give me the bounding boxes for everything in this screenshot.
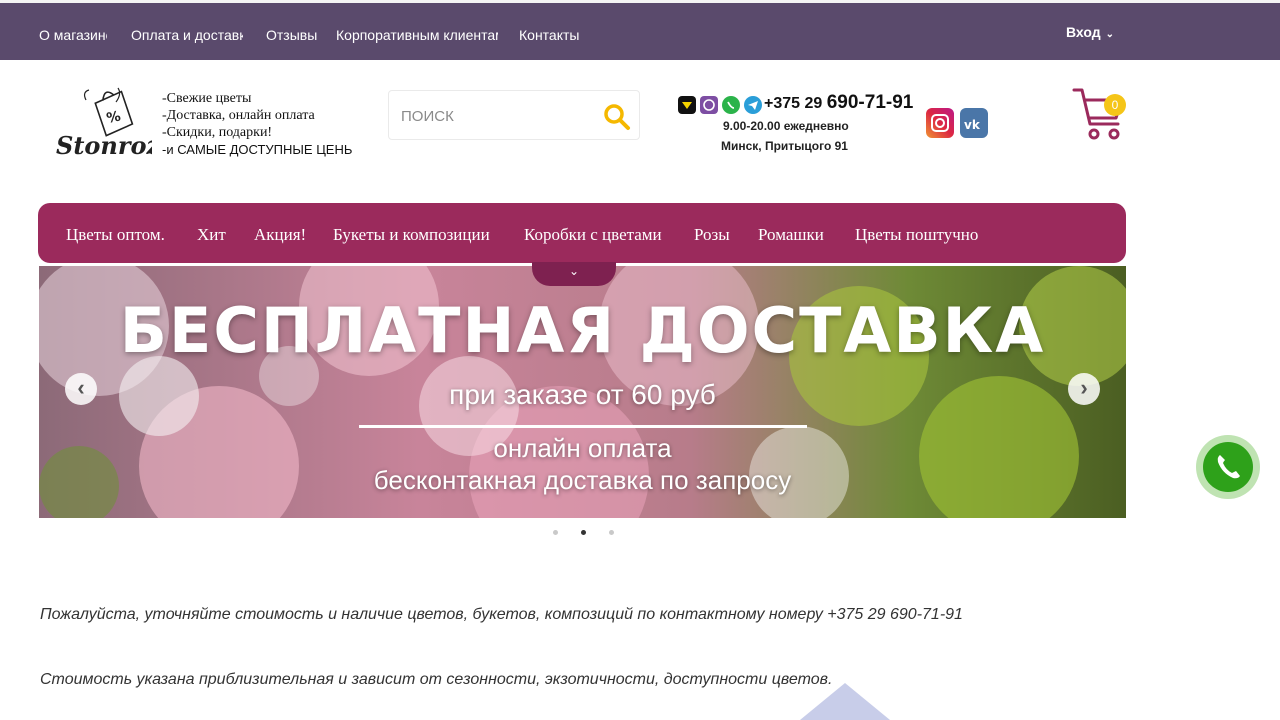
working-hours: 9.00-20.00 ежедневно [723,119,849,133]
search-button[interactable] [603,103,631,131]
tagline-line: -Свежие цветы [162,91,252,106]
call-button-inner [1203,442,1253,492]
whatsapp-icon[interactable] [722,96,740,114]
top-strip [0,0,1280,3]
cat-wholesale[interactable]: Цветы оптом. [66,223,165,247]
login-label: Вход [1065,24,1101,40]
slide-dot-2[interactable] [581,530,586,535]
chevron-right-icon: › [1080,375,1088,400]
address: Минск, Притыцого 91 [721,139,848,153]
phone-icon [1217,455,1240,479]
category-toggle[interactable]: ⌄ [532,262,616,286]
phone-prefix: +375 29 [764,95,823,112]
banner-line-contactless: бесконтакная доставка по запросу [373,465,792,495]
velcom-icon[interactable] [678,96,696,114]
banner-divider [359,425,807,428]
slide-dot-1[interactable] [553,530,558,535]
topnav-payment-delivery[interactable]: Оплата и доставка [131,24,243,46]
banner-text: онлайн оплата бесконтакная доставка по з… [39,432,1126,496]
prev-slide-button[interactable]: ‹ [65,373,97,405]
logo-icon: % Stonroz [56,87,162,160]
price-notice: Пожалуйста, уточняйте стоимость и наличи… [40,606,963,623]
search-icon [604,104,630,130]
telegram-icon[interactable] [744,96,762,114]
topnav-contacts[interactable]: Контакты [519,24,589,46]
instagram-icon[interactable] [926,108,954,138]
cat-roses[interactable]: Розы [694,223,730,247]
topnav-about[interactable]: О магазине [39,24,107,46]
cat-bouquets[interactable]: Букеты и композиции [333,223,490,247]
banner-subtitle: при заказе от 60 руб [449,379,716,410]
viber-icon[interactable] [700,96,718,114]
tagline-line: -и САМЫЕ ДОСТУПНЫЕ ЦЕНЫ [162,142,352,157]
cat-daisies[interactable]: Ромашки [758,223,824,247]
price-disclaimer: Стоимость указана приблизительная и зави… [40,671,833,688]
call-button[interactable] [1196,435,1260,499]
login-button[interactable]: Вход ⌄ [1050,20,1130,44]
contacts-block: +375 29 690-71-91 9.00-20.00 ежедневно М… [676,92,913,154]
cat-single-flowers[interactable]: Цветы поштучно [855,223,978,247]
promo-banner[interactable]: БЕСПЛАТНАЯ ДОСТАВКА при заказе от 60 руб… [39,266,1126,518]
topnav-corporate[interactable]: Корпоративным клиентам [336,24,498,46]
vk-icon[interactable]: vk [960,108,988,138]
svg-text:Stonroz: Stonroz [56,131,152,160]
cat-boxes[interactable]: Коробки с цветами [524,223,662,247]
banner-title: БЕСПЛАТНАЯ ДОСТАВКА [119,294,1046,367]
decorative-triangle [800,683,890,720]
search-input[interactable] [401,103,601,129]
slide-dot-3[interactable] [609,530,614,535]
topnav-reviews[interactable]: Отзывы [266,24,322,46]
next-slide-button[interactable]: › [1068,373,1100,405]
banner-line-online-payment: онлайн оплата [493,433,672,463]
cat-sale[interactable]: Акция! [254,223,306,247]
tagline: -Свежие цветы -Доставка, онлайн оплата -… [162,90,352,158]
logo[interactable]: % Stonroz [42,82,162,160]
phone-number[interactable]: +375 29 690-71-91 [764,92,913,114]
phone-main: 690-71-91 [826,92,914,113]
chevron-down-icon: ⌄ [1105,29,1114,40]
cart-count-badge: 0 [1104,94,1126,116]
svg-text:vk: vk [964,118,981,132]
chevron-down-icon: ⌄ [568,264,580,278]
search-box [388,90,640,140]
chevron-left-icon: ‹ [77,375,85,400]
tagline-line: -Скидки, подарки! [162,125,273,140]
tagline-line: -Доставка, онлайн оплата [162,108,315,123]
cat-hit[interactable]: Хит [197,223,226,247]
